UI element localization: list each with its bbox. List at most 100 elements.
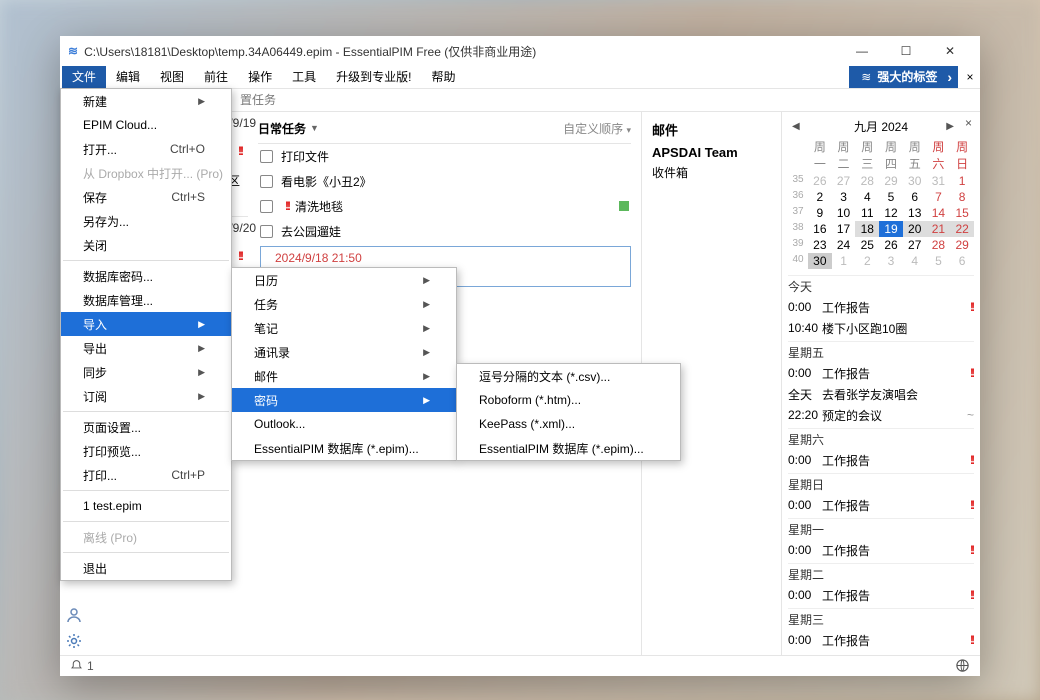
gear-icon[interactable] bbox=[66, 633, 82, 649]
menu-3[interactable]: 前往 bbox=[194, 66, 238, 88]
menu-2[interactable]: 视图 bbox=[150, 66, 194, 88]
cal-day[interactable]: 4 bbox=[855, 189, 879, 205]
agenda-item[interactable]: 0:00工作报告!! bbox=[788, 495, 974, 516]
password-submenu[interactable]: 逗号分隔的文本 (*.csv)...Roboform (*.htm)...Kee… bbox=[456, 363, 681, 461]
cal-close-button[interactable]: × bbox=[965, 116, 972, 130]
tags-bar[interactable]: ≋强大的标签› bbox=[849, 66, 958, 88]
menu-item[interactable]: 导入▶ bbox=[61, 312, 231, 336]
notifications-button[interactable]: 1 bbox=[70, 659, 94, 673]
menu-item[interactable]: 订阅▶ bbox=[61, 384, 231, 408]
task-row[interactable]: 看电影《小丑2》 bbox=[258, 169, 631, 194]
menu-item[interactable]: 笔记▶ bbox=[232, 316, 456, 340]
cal-day[interactable]: 29 bbox=[879, 173, 903, 189]
cal-day[interactable]: 30 bbox=[903, 173, 927, 189]
task-checkbox[interactable] bbox=[260, 175, 273, 188]
agenda-item[interactable]: 0:00工作报告!! bbox=[788, 450, 974, 471]
menu-item[interactable]: EPIM Cloud... bbox=[61, 113, 231, 137]
menu-5[interactable]: 工具 bbox=[282, 66, 326, 88]
task-row[interactable]: !!清洗地毯 bbox=[258, 194, 631, 219]
menu-item[interactable]: 邮件▶ bbox=[232, 364, 456, 388]
menu-item[interactable]: 逗号分隔的文本 (*.csv)... bbox=[457, 364, 680, 388]
menu-item[interactable]: 数据库密码... bbox=[61, 264, 231, 288]
agenda-item[interactable]: 0:00工作报告!! bbox=[788, 540, 974, 561]
menu-item[interactable]: 打印...Ctrl+P bbox=[61, 463, 231, 487]
task-checkbox[interactable] bbox=[260, 225, 273, 238]
minimize-button[interactable]: — bbox=[840, 36, 884, 66]
globe-icon[interactable] bbox=[955, 658, 970, 673]
cal-day[interactable]: 12 bbox=[879, 205, 903, 221]
user-icon[interactable] bbox=[66, 607, 82, 623]
cal-day[interactable]: 1 bbox=[832, 253, 856, 269]
menu-7[interactable]: 帮助 bbox=[421, 66, 465, 88]
cal-day[interactable]: 1 bbox=[950, 173, 974, 189]
menu-item[interactable]: 1 test.epim bbox=[61, 494, 231, 518]
menu-4[interactable]: 操作 bbox=[238, 66, 282, 88]
cal-day[interactable]: 16 bbox=[808, 221, 832, 237]
cal-day[interactable]: 24 bbox=[832, 237, 856, 253]
import-submenu[interactable]: 日历▶任务▶笔记▶通讯录▶邮件▶密码▶Outlook...EssentialPI… bbox=[231, 267, 457, 461]
menu-item[interactable]: EssentialPIM 数据库 (*.epim)... bbox=[457, 436, 680, 460]
cal-day[interactable]: 28 bbox=[855, 173, 879, 189]
cal-day[interactable]: 18 bbox=[855, 221, 879, 237]
cal-day[interactable]: 27 bbox=[903, 237, 927, 253]
cal-day[interactable]: 23 bbox=[808, 237, 832, 253]
menu-item[interactable]: 同步▶ bbox=[61, 360, 231, 384]
cal-day[interactable]: 25 bbox=[855, 237, 879, 253]
menu-item[interactable]: 退出 bbox=[61, 556, 231, 580]
menu-0[interactable]: 文件 bbox=[62, 66, 106, 88]
task-checkbox[interactable] bbox=[260, 150, 273, 163]
cal-day[interactable]: 2 bbox=[808, 189, 832, 205]
agenda-item[interactable]: 0:00工作报告!! bbox=[788, 297, 974, 318]
file-menu[interactable]: 新建▶EPIM Cloud...打开...Ctrl+O从 Dropbox 中打开… bbox=[60, 88, 232, 581]
task-row[interactable]: 打印文件 bbox=[258, 144, 631, 169]
cal-day[interactable]: 20 bbox=[903, 221, 927, 237]
cal-prev-button[interactable]: ◀ bbox=[792, 121, 800, 132]
menu-item[interactable]: Roboform (*.htm)... bbox=[457, 388, 680, 412]
sort-button[interactable]: 自定义顺序 ▾ bbox=[563, 120, 631, 137]
menu-item[interactable]: 数据库管理... bbox=[61, 288, 231, 312]
maximize-button[interactable]: ☐ bbox=[884, 36, 928, 66]
cal-day[interactable]: 3 bbox=[832, 189, 856, 205]
menu-item[interactable]: 保存Ctrl+S bbox=[61, 185, 231, 209]
menu-item[interactable]: 关闭 bbox=[61, 233, 231, 257]
cal-day[interactable]: 15 bbox=[950, 205, 974, 221]
cal-day[interactable]: 21 bbox=[927, 221, 951, 237]
cal-day[interactable]: 26 bbox=[808, 173, 832, 189]
cal-day[interactable]: 5 bbox=[879, 189, 903, 205]
cal-next-button[interactable]: ▶ bbox=[946, 121, 954, 132]
agenda-item[interactable]: 0:00工作报告!! bbox=[788, 585, 974, 606]
menu-6[interactable]: 升级到专业版! bbox=[326, 66, 421, 88]
mail-inbox[interactable]: 收件箱 bbox=[652, 164, 771, 181]
menu-item[interactable]: 通讯录▶ bbox=[232, 340, 456, 364]
cal-day[interactable]: 9 bbox=[808, 205, 832, 221]
cal-day[interactable]: 27 bbox=[832, 173, 856, 189]
calendar-grid[interactable]: 周一周二周三周四周五周六周日35262728293031136234567837… bbox=[788, 137, 974, 269]
menu-item[interactable]: 打印预览... bbox=[61, 439, 231, 463]
menu-item[interactable]: 导出▶ bbox=[61, 336, 231, 360]
cal-day[interactable]: 7 bbox=[927, 189, 951, 205]
menu-item[interactable]: 打开...Ctrl+O bbox=[61, 137, 231, 161]
task-row[interactable]: 去公园遛娃 bbox=[258, 219, 631, 244]
menu-item[interactable]: 日历▶ bbox=[232, 268, 456, 292]
mail-team[interactable]: APSDAI Team bbox=[652, 145, 771, 160]
cal-day[interactable]: 28 bbox=[927, 237, 951, 253]
menu-1[interactable]: 编辑 bbox=[106, 66, 150, 88]
cal-day[interactable]: 30 bbox=[808, 253, 832, 269]
agenda-item[interactable]: 10:40楼下小区跑10圈 bbox=[788, 318, 974, 339]
agenda-item[interactable]: 0:00工作报告!! bbox=[788, 363, 974, 384]
cal-day[interactable]: 19 bbox=[879, 221, 903, 237]
cal-day[interactable]: 10 bbox=[832, 205, 856, 221]
cal-day[interactable]: 3 bbox=[879, 253, 903, 269]
cal-day[interactable]: 5 bbox=[927, 253, 951, 269]
cal-day[interactable]: 2 bbox=[855, 253, 879, 269]
cal-day[interactable]: 14 bbox=[927, 205, 951, 221]
cal-day[interactable]: 11 bbox=[855, 205, 879, 221]
menu-item[interactable]: EssentialPIM 数据库 (*.epim)... bbox=[232, 436, 456, 460]
cal-day[interactable]: 6 bbox=[903, 189, 927, 205]
cal-day[interactable]: 8 bbox=[950, 189, 974, 205]
cal-day[interactable]: 31 bbox=[927, 173, 951, 189]
cal-day[interactable]: 13 bbox=[903, 205, 927, 221]
agenda-item[interactable]: 全天去看张学友演唱会 bbox=[788, 384, 974, 405]
cal-day[interactable]: 22 bbox=[950, 221, 974, 237]
menu-item[interactable]: Outlook... bbox=[232, 412, 456, 436]
